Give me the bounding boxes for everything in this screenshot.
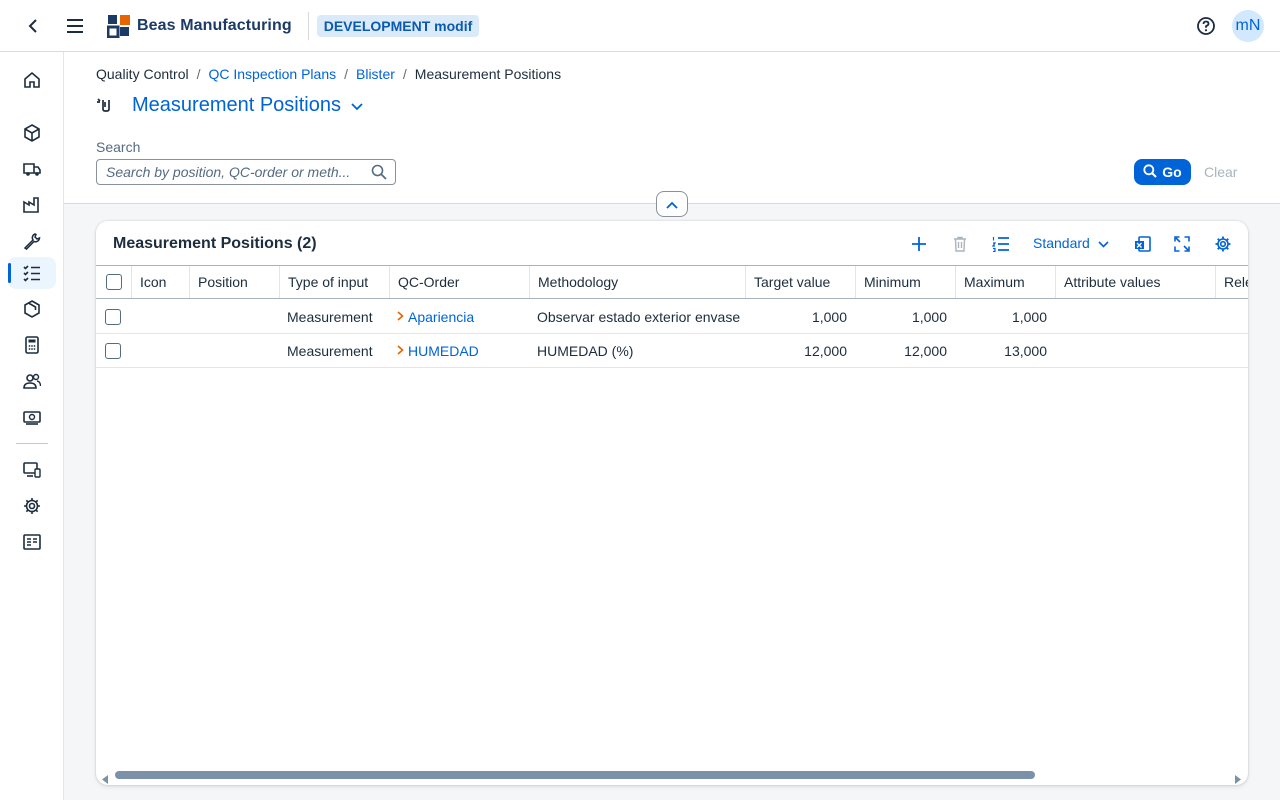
breadcrumb-item-current: Measurement Positions [414,66,562,82]
settings-icon[interactable] [1214,233,1232,255]
column-header-target-value[interactable]: Target value [746,266,856,298]
chevron-up-icon [666,196,678,212]
app-logo[interactable]: Beas Manufacturing [106,14,292,38]
breadcrumb: Quality Control / QC Inspection Plans / … [96,66,562,82]
search-input[interactable] [106,164,366,180]
cell-type-of-input: Measurement [287,308,373,325]
chevron-down-icon[interactable] [351,98,363,114]
search-label: Search [96,139,141,155]
truck-icon[interactable] [8,153,56,185]
factory-icon[interactable] [8,189,56,221]
horizontal-scrollbar[interactable] [96,767,1248,785]
cell-maximum: 1,000 [1011,308,1047,325]
money-icon[interactable] [8,401,56,433]
export-excel-icon[interactable] [1134,233,1152,255]
cubes-icon[interactable] [8,117,56,149]
row-checkbox[interactable] [105,308,121,325]
column-header-maximum[interactable]: Maximum [956,266,1056,298]
variant-selector[interactable]: Standard [1033,235,1109,251]
column-header-methodology[interactable]: Methodology [530,266,746,298]
search-icon[interactable] [371,164,387,183]
column-header-rele[interactable]: Rele [1216,266,1248,298]
table-title: Measurement Positions (2) [113,235,317,252]
qc-order-link[interactable]: HUMEDAD [408,343,479,359]
variant-label: Standard [1033,235,1090,251]
brand-name: Beas Manufacturing [137,16,292,34]
go-button[interactable]: Go [1134,159,1191,185]
help-icon[interactable] [1196,16,1216,36]
search-field [96,159,396,185]
checklist-icon[interactable] [8,257,56,289]
column-header-qc-order[interactable]: QC-Order [390,266,530,298]
package-icon[interactable] [8,293,56,325]
chevron-down-icon [1098,235,1109,251]
table-row[interactable]: Measurement HUMEDAD HUMEDAD (%) 12,000 1… [96,334,1248,368]
hamburger-menu-icon[interactable] [66,17,84,35]
breadcrumb-item-qc-inspection-plans[interactable]: QC Inspection Plans [208,66,336,82]
breadcrumb-item-blister[interactable]: Blister [356,66,395,82]
nav-divider [16,443,48,444]
measurement-positions-table-card: Measurement Positions (2) Standard Icon … [96,221,1248,785]
title-row: Measurement Positions [96,94,363,117]
add-icon[interactable] [911,233,927,255]
cell-methodology: HUMEDAD (%) [537,342,634,359]
fullscreen-icon[interactable] [1174,233,1190,255]
column-header-type-of-input[interactable]: Type of input [280,266,390,298]
breadcrumb-item-quality-control: Quality Control [96,66,189,82]
calculator-icon[interactable] [8,329,56,361]
clear-button[interactable]: Clear [1204,164,1237,180]
select-all-checkbox[interactable] [106,274,122,290]
devices-icon[interactable] [8,454,56,486]
side-navigation [0,52,64,800]
cell-methodology: Observar estado exterior envase [537,308,741,325]
settings-icon[interactable] [8,490,56,522]
shell-bar: Beas Manufacturing DEVELOPMENT modif mN [0,0,1280,52]
cell-minimum: 12,000 [904,342,947,359]
table-row[interactable]: Measurement Apariencia Observar estado e… [96,300,1248,334]
column-header-minimum[interactable]: Minimum [856,266,956,298]
cell-target-value: 1,000 [811,308,847,325]
report-icon[interactable] [8,526,56,558]
column-header-icon[interactable]: Icon [132,266,190,298]
chevron-right-icon [397,309,404,324]
collapse-header-button[interactable] [656,191,688,217]
page-title: Measurement Positions [132,94,341,116]
table-header: Icon Position Type of input QC-Order Met… [96,265,1248,299]
cell-qc-order: Apariencia [397,300,474,333]
column-header-position[interactable]: Position [190,266,280,298]
cell-type-of-input: Measurement [287,342,373,359]
user-avatar[interactable]: mN [1232,10,1264,42]
row-select-cell [105,300,121,333]
sort-list-icon[interactable] [992,233,1010,255]
search-icon [1143,163,1157,181]
row-checkbox[interactable] [105,342,121,359]
cell-minimum: 1,000 [911,308,947,325]
cell-target-value: 12,000 [804,342,847,359]
scroll-left-icon[interactable] [102,771,109,785]
scrollbar-thumb[interactable] [115,771,1035,779]
scroll-right-icon[interactable] [1234,771,1241,785]
row-select-cell [105,334,121,367]
back-icon[interactable] [24,17,42,35]
delete-icon[interactable] [953,233,967,255]
chevron-right-icon [397,343,404,358]
measurement-icon [96,96,112,115]
shell-divider [307,11,309,40]
select-all-cell [96,266,132,298]
environment-badge: DEVELOPMENT modif [316,14,480,37]
page-header: Quality Control / QC Inspection Plans / … [64,52,1280,217]
beas-logo-icon [106,14,131,38]
wrench-icon[interactable] [8,225,56,257]
cell-qc-order: HUMEDAD [397,334,479,367]
home-icon[interactable] [8,64,56,96]
people-icon[interactable] [8,365,56,397]
column-header-attribute-values[interactable]: Attribute values [1056,266,1216,298]
go-button-label: Go [1162,164,1182,180]
qc-order-link[interactable]: Apariencia [408,309,474,325]
cell-maximum: 13,000 [1004,342,1047,359]
